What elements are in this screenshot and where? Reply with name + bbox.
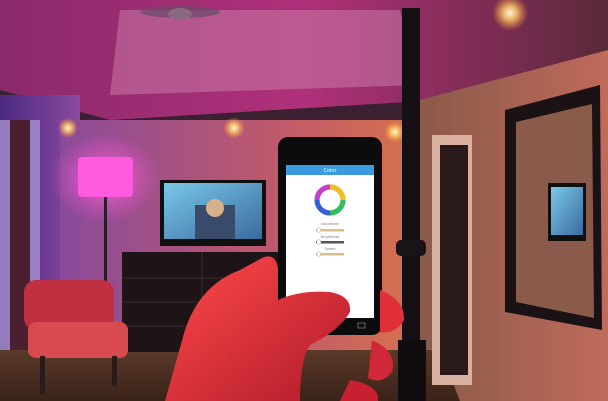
ceiling-recess: [110, 10, 420, 95]
curtain: [10, 120, 30, 370]
brightness-label: Brightness: [321, 235, 340, 239]
ceiling-spotlight: [223, 117, 245, 139]
saturation-slider-knob[interactable]: [316, 227, 322, 233]
app-title: Color: [323, 168, 337, 174]
speed-slider-knob[interactable]: [316, 251, 322, 257]
ceiling-spotlight: [58, 118, 78, 138]
brightness-slider-knob[interactable]: [316, 239, 322, 245]
saturation-label: Saturation: [321, 222, 339, 226]
color-wheel-center: [323, 193, 337, 207]
photo-scene: Color Saturation Brightness Speed ‹: [0, 0, 608, 401]
scene-svg: Color Saturation Brightness Speed ‹: [0, 0, 608, 401]
speed-label: Speed: [325, 247, 336, 251]
wall-mirror: [505, 85, 602, 330]
television: [160, 180, 266, 246]
doorway: [432, 135, 472, 385]
